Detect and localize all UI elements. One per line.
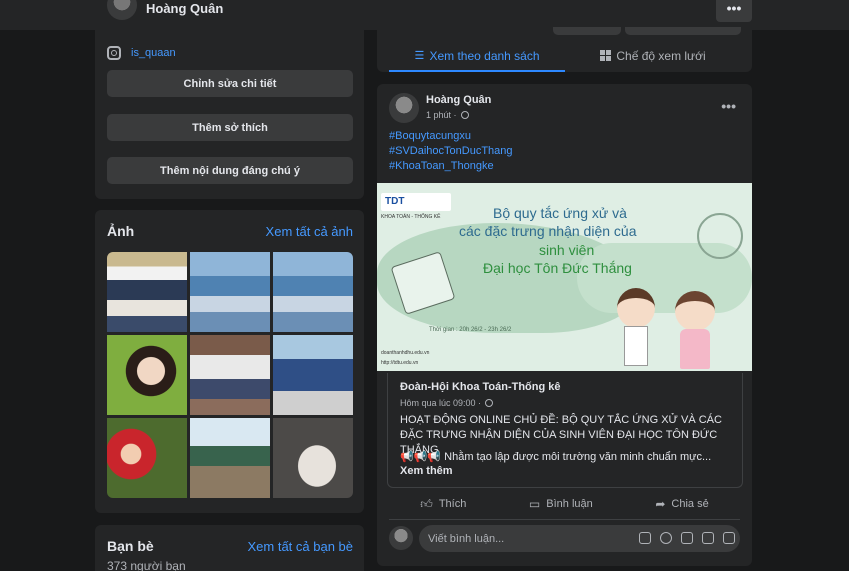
see-more-link[interactable]: Xem thêm [400,465,453,477]
comment-button[interactable]: ▭ Bình luận [529,497,593,511]
banner-footer: doanthanhdhu.edu.vn [381,350,430,356]
camera-icon[interactable] [681,532,693,544]
avatar-sticker-icon[interactable] [639,532,651,544]
grid-icon [600,50,612,61]
sticker-icon[interactable] [723,532,735,544]
banner-title-line: sinh viên [539,242,595,258]
friends-card: Bạn bè Xem tất cả bạn bè 373 người bạn [95,525,364,571]
share-icon: ➦ [655,497,666,511]
banner-footer: http://tdtu.edu.vn [381,360,419,366]
post-card: Hoàng Quân 1 phút · ••• #Boquytacungxu #… [377,84,752,566]
university-logo: TDT [381,193,451,211]
post-author-avatar[interactable] [389,93,419,123]
photo-thumbnail[interactable] [190,335,270,415]
comment-input[interactable]: Viết bình luận... [419,525,740,552]
shared-post-body-text: Nhằm tạo lập được môi trường văn minh ch… [444,451,712,463]
profile-name[interactable]: Hoàng Quân [146,1,223,16]
banner-title-line: các đặc trưng nhận diện của [459,223,637,239]
profile-sticky-header: Hoàng Quân ••• [0,0,849,30]
photo-thumbnail[interactable] [107,252,187,332]
add-hobbies-button[interactable]: Thêm sở thích [107,114,353,141]
hashtag-link[interactable]: #KhoaToan_Thongke [389,159,513,174]
photo-thumbnail[interactable] [190,252,270,332]
thumbs-up-icon: 👍︎ [420,496,433,511]
post-image[interactable]: TDT KHOA TOÁN - THỐNG KÊ Bộ quy tắc ứng … [377,183,752,371]
photos-card: Ảnh Xem tất cả ảnh [95,210,364,513]
tab-list-view[interactable]: ☰ Xem theo danh sách [389,41,565,72]
globe-icon [485,399,494,407]
globe-icon [460,111,469,119]
list-icon: ☰ [414,50,425,62]
more-options-button[interactable]: ••• [716,0,752,22]
add-featured-button[interactable]: Thêm nội dung đáng chú ý [107,157,353,184]
gif-icon[interactable] [702,532,714,544]
photo-grid [107,252,353,498]
photos-title: Ảnh [107,223,135,239]
intro-card: is_quaan Chỉnh sửa chi tiết Thêm sở thíc… [95,30,364,199]
share-button[interactable]: ➦ Chia sẻ [655,497,708,511]
photo-thumbnail[interactable] [190,418,270,498]
edit-details-button[interactable]: Chỉnh sửa chi tiết [107,70,353,97]
instagram-link[interactable]: is_quaan [107,46,176,60]
like-label: Thích [438,498,467,510]
hashtag-link[interactable]: #Boquytacungxu [389,129,513,144]
faculty-label: KHOA TOÁN - THỐNG KÊ [381,214,441,220]
post-author-name[interactable]: Hoàng Quân [426,94,491,106]
photo-thumbnail[interactable] [273,335,353,415]
view-mode-card: ☰ Xem theo danh sách Chế độ xem lưới [377,27,752,72]
banner-title-line: Đại học Tôn Đức Thắng [483,260,632,276]
hashtags: #Boquytacungxu #SVDaihocTonDucThang #Kho… [389,129,513,174]
shared-time-text: Hôm qua lúc 09:00 · [400,398,482,408]
manage-posts-button[interactable] [625,27,741,35]
student-illustration [624,326,648,366]
photo-thumbnail[interactable] [107,418,187,498]
friends-title: Bạn bè [107,538,154,554]
friends-count: 373 người bạn [107,559,186,571]
comment-icon: ▭ [528,497,541,511]
commenter-avatar[interactable] [389,526,413,550]
comment-placeholder: Viết bình luận... [428,533,505,545]
banner-title-line: Bộ quy tắc ứng xử và [493,205,627,221]
student-illustration [680,329,710,369]
post-more-options-button[interactable]: ••• [721,98,736,114]
banner-date: Thời gian : 20h 26/2 - 23h 26/2 [429,327,512,333]
photo-thumbnail[interactable] [273,418,353,498]
shared-post[interactable]: Đoàn-Hội Khoa Toán-Thống kê Hôm qua lúc … [387,373,743,488]
share-label: Chia sẻ [671,498,709,510]
like-button[interactable]: 👍︎ Thích [420,497,466,512]
photo-thumbnail[interactable] [273,252,353,332]
photo-thumbnail[interactable] [107,335,187,415]
magnifier-illustration [697,213,743,259]
tab-grid-view-label: Chế độ xem lưới [616,49,706,63]
tab-grid-view[interactable]: Chế độ xem lưới [565,41,741,72]
emoji-icon[interactable] [660,532,672,544]
see-all-photos-link[interactable]: Xem tất cả ảnh [266,224,353,239]
post-actions: 👍︎ Thích ▭ Bình luận ➦ Chia sẻ [389,494,740,514]
filter-button[interactable] [553,27,621,35]
hashtag-link[interactable]: #SVDaihocTonDucThang [389,144,513,159]
post-timestamp[interactable]: 1 phút · [426,110,469,120]
megaphone-icon: 📢📢📢 [400,451,445,463]
avatar[interactable] [107,0,137,20]
student-illustration [675,291,715,331]
see-all-friends-link[interactable]: Xem tất cả bạn bè [247,539,353,554]
post-time-text: 1 phút · [426,110,457,120]
tab-list-view-label: Xem theo danh sách [429,49,540,63]
instagram-handle[interactable]: is_quaan [131,47,176,59]
student-illustration [617,288,655,328]
comment-label: Bình luận [546,498,593,510]
shared-post-body: 📢📢📢 Nhằm tạo lập được môi trường văn min… [400,450,711,463]
shared-post-timestamp[interactable]: Hôm qua lúc 09:00 · [400,398,494,408]
divider [389,519,740,520]
shared-post-author[interactable]: Đoàn-Hội Khoa Toán-Thống kê [400,381,561,393]
instagram-icon [107,46,121,60]
